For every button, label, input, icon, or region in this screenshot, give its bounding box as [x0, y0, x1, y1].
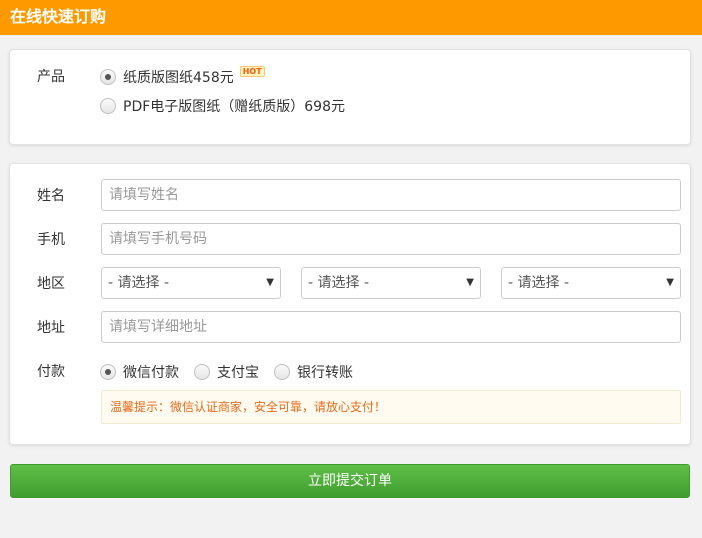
product-card: 产品 纸质版图纸458元 HOT PDF电子版图纸（赠纸质版）698元	[9, 49, 691, 145]
submit-order-button[interactable]: 立即提交订单	[10, 464, 690, 498]
product-option-paper-label: 纸质版图纸458元	[123, 70, 234, 86]
city-select-value: - 请选择 -	[308, 275, 370, 291]
province-select-value: - 请选择 -	[108, 275, 170, 291]
radio-unchecked-icon[interactable]	[100, 98, 116, 114]
payment-option-bank[interactable]: 银行转账	[274, 362, 353, 382]
payment-option-alipay-label: 支付宝	[217, 365, 259, 381]
caret-down-icon: ▼	[466, 277, 474, 288]
payment-label: 付款	[37, 364, 65, 380]
radio-unchecked-icon[interactable]	[274, 364, 290, 380]
payment-option-alipay[interactable]: 支付宝	[194, 362, 259, 382]
phone-input[interactable]	[101, 223, 681, 255]
district-select[interactable]: - 请选择 - ▼	[501, 267, 681, 299]
payment-option-wechat[interactable]: 微信付款	[100, 362, 179, 382]
city-select[interactable]: - 请选择 - ▼	[301, 267, 481, 299]
province-select[interactable]: - 请选择 - ▼	[101, 267, 281, 299]
region-label: 地区	[37, 276, 65, 292]
payment-option-wechat-label: 微信付款	[123, 365, 179, 381]
hot-badge: HOT	[239, 65, 265, 77]
phone-label: 手机	[37, 232, 65, 248]
order-form-card: 姓名 手机 地区 - 请选择 - ▼ - 请选择 - ▼ - 请选择 - ▼ 地…	[9, 163, 691, 445]
product-option-paper[interactable]: 纸质版图纸458元 HOT	[100, 65, 265, 87]
header-title: 在线快速订购	[10, 7, 107, 26]
name-input[interactable]	[101, 179, 681, 211]
district-select-value: - 请选择 -	[508, 275, 570, 291]
payment-notice: 温馨提示：微信认证商家，安全可靠，请放心支付！	[101, 390, 681, 424]
caret-down-icon: ▼	[266, 277, 274, 288]
name-label: 姓名	[37, 188, 65, 204]
address-label: 地址	[37, 320, 65, 336]
order-header: 在线快速订购	[0, 0, 702, 35]
radio-checked-icon[interactable]	[100, 364, 116, 380]
caret-down-icon: ▼	[666, 277, 674, 288]
product-label: 产品	[37, 69, 65, 85]
product-option-pdf-label: PDF电子版图纸（赠纸质版）698元	[123, 99, 345, 115]
product-option-pdf[interactable]: PDF电子版图纸（赠纸质版）698元	[100, 96, 345, 116]
payment-option-bank-label: 银行转账	[297, 365, 353, 381]
radio-unchecked-icon[interactable]	[194, 364, 210, 380]
radio-checked-icon[interactable]	[100, 69, 116, 85]
address-input[interactable]	[101, 311, 681, 343]
